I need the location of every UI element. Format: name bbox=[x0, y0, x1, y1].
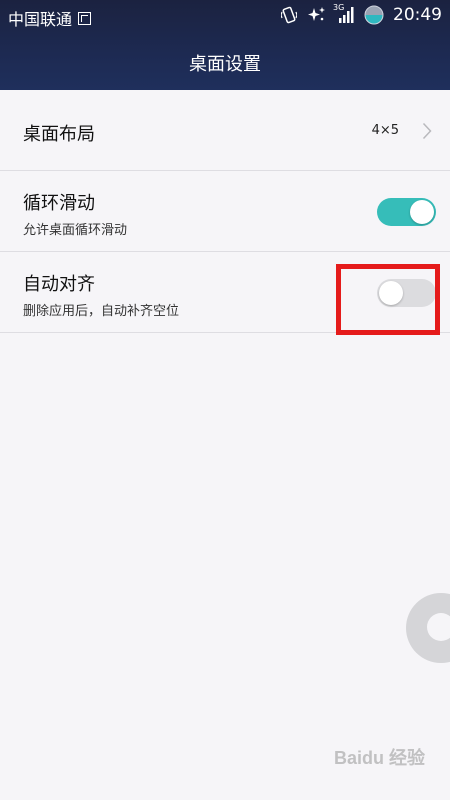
watermark: Baidu 经验 bbox=[334, 748, 426, 768]
signal-group: 3G bbox=[333, 3, 355, 24]
highlight-annotation bbox=[336, 264, 440, 335]
status-icons: 3G 20:49 bbox=[281, 3, 442, 25]
clock: 20:49 bbox=[393, 5, 442, 25]
carrier-group: 中国联通 bbox=[8, 6, 92, 30]
layout-value: 4×5 bbox=[371, 123, 399, 138]
setting-subtitle: 删除应用后，自动补齐空位 bbox=[23, 304, 180, 319]
floating-ball[interactable] bbox=[406, 593, 450, 663]
vibrate-icon bbox=[281, 6, 297, 24]
settings-screen: 中国联通 3G 20:49 桌面设置 桌面布局 4×5 循环滑动 允许桌面循环滑… bbox=[0, 0, 450, 800]
setting-title: 循环滑动 bbox=[23, 193, 95, 214]
page-title: 桌面设置 bbox=[189, 54, 261, 75]
setting-subtitle: 允许桌面循环滑动 bbox=[23, 223, 128, 238]
setting-loop-scroll: 循环滑动 允许桌面循环滑动 bbox=[0, 171, 450, 252]
signal-icon bbox=[339, 7, 354, 23]
sim-icon bbox=[78, 11, 92, 25]
loop-scroll-toggle[interactable] bbox=[377, 198, 436, 226]
sparkle-icon bbox=[308, 7, 325, 21]
top-bar: 中国联通 3G 20:49 桌面设置 bbox=[0, 0, 450, 90]
carrier-name: 中国联通 bbox=[8, 10, 73, 29]
toggle-knob bbox=[410, 200, 434, 224]
setting-desktop-layout[interactable]: 桌面布局 4×5 bbox=[0, 90, 450, 171]
setting-title: 自动对齐 bbox=[23, 274, 95, 295]
battery-icon bbox=[364, 5, 384, 25]
chevron-right-icon bbox=[422, 122, 432, 140]
status-bar: 中国联通 3G 20:49 bbox=[0, 0, 450, 32]
setting-title: 桌面布局 bbox=[23, 124, 95, 145]
